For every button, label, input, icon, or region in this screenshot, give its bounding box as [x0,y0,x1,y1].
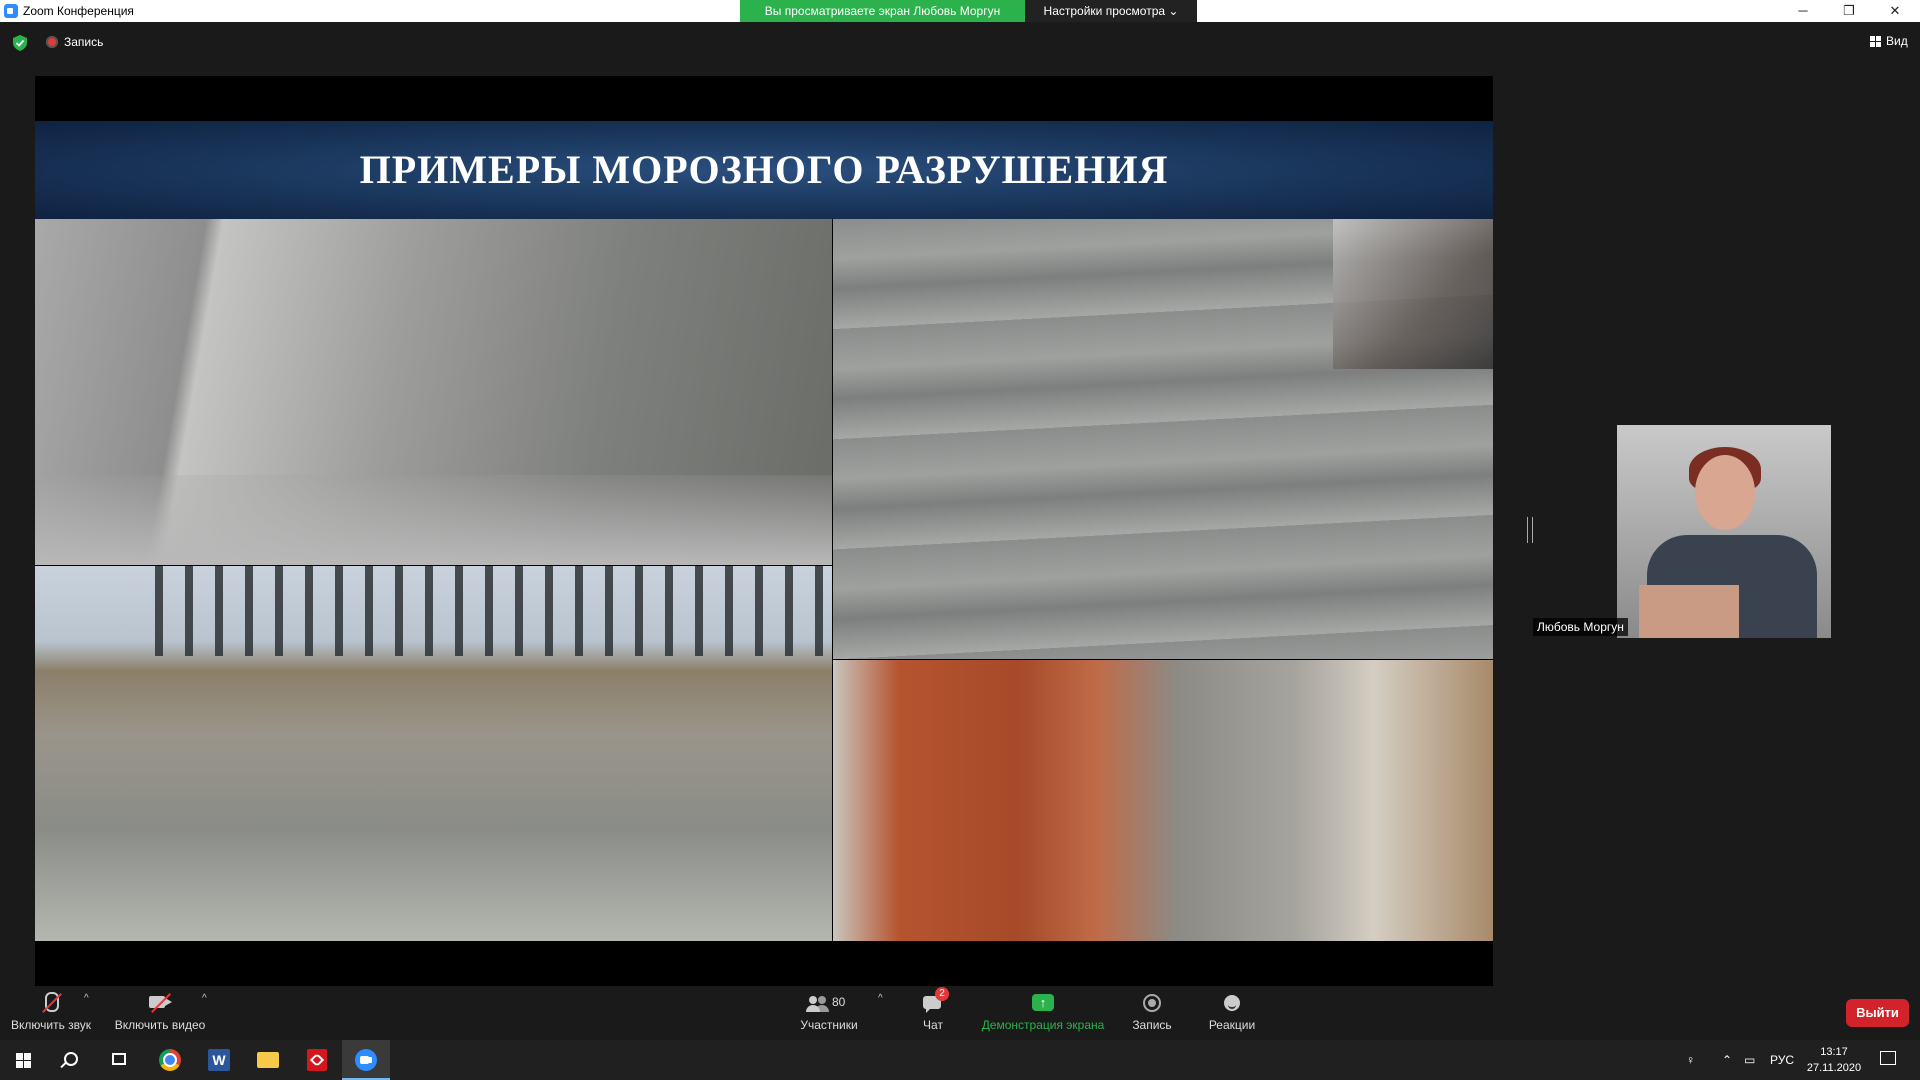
participant-video[interactable] [1617,425,1831,638]
window-title-bar: Zoom Конференция Вы просматриваете экран… [0,0,1920,22]
photo-brick-wall [833,660,1493,941]
taskbar-zoom[interactable] [342,1040,390,1080]
view-button[interactable]: Вид [1870,34,1908,48]
taskbar-acrobat[interactable] [293,1040,341,1080]
window-title: Zoom Конференция [23,4,134,18]
participants-options-caret[interactable]: ^ [878,993,883,1004]
record-button[interactable]: Запись [1126,987,1178,1040]
participants-button[interactable]: 80 Участники [794,987,864,1040]
leave-meeting-button[interactable]: Выйти [1846,999,1909,1027]
record-icon [1143,994,1161,1012]
taskbar-clock[interactable]: 13:17 27.11.2020 [1794,1044,1874,1076]
show-hidden-icons-chevron-icon[interactable]: ⌃ [1722,1040,1732,1080]
zoom-app-icon [4,4,18,18]
zoom-icon [355,1049,377,1071]
photo-cracked-concrete [35,219,832,565]
windows-taskbar: W ♀ ⌃ ▭ РУС 13:17 27.11.2020 [0,1040,1920,1080]
photo-bridge-underside [35,566,832,941]
video-off-icon [148,992,172,1014]
photo-damaged-stairs [833,219,1493,659]
security-shield-icon[interactable] [13,35,27,51]
participants-count: 80 [832,995,846,1009]
word-icon: W [208,1049,230,1071]
share-screen-label: Демонстрация экрана [981,1018,1105,1032]
record-dot-icon [46,36,58,48]
grid-view-icon [1870,35,1881,47]
language-indicator[interactable]: РУС [1770,1040,1794,1080]
participant-name-label: Любовь Моргун [1533,618,1628,636]
unmute-label: Включить звук [10,1018,92,1032]
folder-icon [257,1052,279,1068]
share-screen-button[interactable]: ↑ Демонстрация экрана [978,987,1108,1040]
chrome-icon [159,1049,181,1071]
view-label: Вид [1886,34,1908,48]
reactions-button[interactable]: Реакции [1204,987,1260,1040]
unmute-button[interactable]: Включить звук [8,987,94,1040]
taskbar-chrome[interactable] [146,1040,194,1080]
reactions-label: Реакции [1208,1018,1256,1032]
person-tray-icon[interactable]: ♀ [1686,1040,1695,1080]
slide-title: ПРИМЕРЫ МОРОЗНОГО РАЗРУШЕНИЯ [359,147,1169,192]
taskbar-word[interactable]: W [195,1040,243,1080]
view-settings-label: Настройки просмотра [1043,4,1166,18]
chat-label: Чат [923,1018,943,1032]
task-view-button[interactable] [96,1040,144,1080]
reaction-smiley-icon [1224,995,1240,1011]
start-button[interactable] [0,1040,48,1080]
view-settings-dropdown[interactable]: Настройки просмотра ⌄ [1025,0,1197,22]
muted-mic-icon [39,992,63,1014]
network-icon[interactable]: ▭ [1744,1040,1755,1080]
search-icon [64,1052,78,1066]
share-screen-icon: ↑ [1032,994,1054,1011]
recording-indicator[interactable]: Запись [46,35,103,49]
search-button[interactable] [48,1040,96,1080]
clock-time: 13:17 [1820,1046,1848,1058]
chat-unread-badge: 2 [935,987,949,1001]
screen-share-banner: Вы просматриваете экран Любовь Моргун [740,0,1025,22]
shared-screen: ПРИМЕРЫ МОРОЗНОГО РАЗРУШЕНИЯ [35,76,1493,986]
slide-header: ПРИМЕРЫ МОРОЗНОГО РАЗРУШЕНИЯ [35,121,1493,219]
video-options-caret[interactable]: ^ [202,993,207,1004]
task-view-icon [112,1053,126,1065]
meeting-toolbar: Включить звук ^ Включить видео ^ 80 Учас… [0,987,1920,1040]
restore-button[interactable]: ❐ [1826,0,1872,22]
chat-button[interactable]: 2 Чат [905,987,961,1040]
participants-icon [806,996,828,1012]
start-video-button[interactable]: Включить видео [110,987,210,1040]
chevron-down-icon: ⌄ [1168,4,1179,18]
start-video-label: Включить видео [114,1018,206,1032]
close-button[interactable]: ✕ [1872,0,1918,22]
participants-label: Участники [800,1018,858,1032]
clock-date: 27.11.2020 [1806,1062,1862,1074]
notification-center-icon[interactable] [1880,1051,1896,1065]
audio-options-caret[interactable]: ^ [84,993,89,1004]
record-label: Запись [1132,1018,1172,1032]
taskbar-file-explorer[interactable] [244,1040,292,1080]
acrobat-icon [307,1049,327,1071]
windows-logo-icon [16,1053,31,1068]
recording-label: Запись [64,35,104,49]
minimize-button[interactable]: ─ [1780,0,1826,22]
panel-resize-handle[interactable] [1527,517,1533,543]
